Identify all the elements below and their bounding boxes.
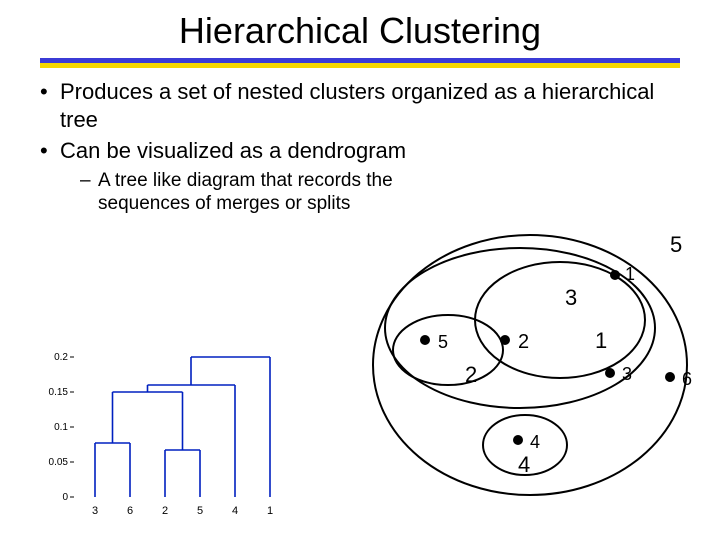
point-label: 5 bbox=[438, 332, 448, 352]
sub-bullet-item: A tree like diagram that records the seq… bbox=[80, 169, 440, 217]
bullet-item: Can be visualized as a dendrogram A tree… bbox=[40, 137, 680, 216]
bullet-text: Can be visualized as a dendrogram bbox=[60, 138, 406, 163]
x-tick: 1 bbox=[267, 505, 273, 517]
slide: Hierarchical Clustering Produces a set o… bbox=[0, 10, 720, 550]
point-label: 4 bbox=[530, 432, 540, 452]
bullet-item: Produces a set of nested clusters organi… bbox=[40, 78, 680, 133]
cluster-label: 5 bbox=[670, 232, 682, 257]
x-tick: 2 bbox=[162, 505, 168, 517]
cluster-label: 3 bbox=[565, 285, 577, 310]
point-label: 2 bbox=[518, 331, 529, 353]
cluster-label: 1 bbox=[595, 328, 607, 353]
y-tick: 0.1 bbox=[54, 422, 68, 433]
sub-bullet-text: A tree like diagram that records the seq… bbox=[98, 170, 393, 215]
nested-cluster-diagram: 1 2 3 4 5 6 5 3 1 2 4 bbox=[370, 220, 710, 510]
content-area: Produces a set of nested clusters organi… bbox=[0, 78, 720, 216]
y-tick: 0.05 bbox=[49, 457, 69, 468]
point-label: 6 bbox=[682, 369, 692, 389]
bullet-list: Produces a set of nested clusters organi… bbox=[40, 78, 680, 216]
x-tick: 6 bbox=[127, 505, 133, 517]
slide-title: Hierarchical Clustering bbox=[0, 10, 720, 52]
x-tick: 4 bbox=[232, 505, 238, 517]
y-tick: 0.2 bbox=[54, 352, 68, 363]
dendrogram-chart: 0 0.05 0.1 0.15 0.2 3 6 2 5 4 1 bbox=[40, 330, 300, 520]
x-tick: 5 bbox=[197, 505, 203, 517]
y-tick: 0.15 bbox=[49, 387, 69, 398]
bullet-text: Produces a set of nested clusters organi… bbox=[60, 79, 654, 132]
cluster-label: 4 bbox=[518, 452, 530, 477]
point-label: 1 bbox=[625, 264, 635, 284]
y-tick: 0 bbox=[62, 492, 68, 503]
dendrogram-lines bbox=[95, 357, 270, 497]
point-label: 3 bbox=[622, 364, 632, 384]
sub-bullet-list: A tree like diagram that records the seq… bbox=[80, 169, 440, 217]
cluster-label: 2 bbox=[465, 362, 477, 387]
title-underline bbox=[40, 58, 680, 68]
x-tick: 3 bbox=[92, 505, 98, 517]
